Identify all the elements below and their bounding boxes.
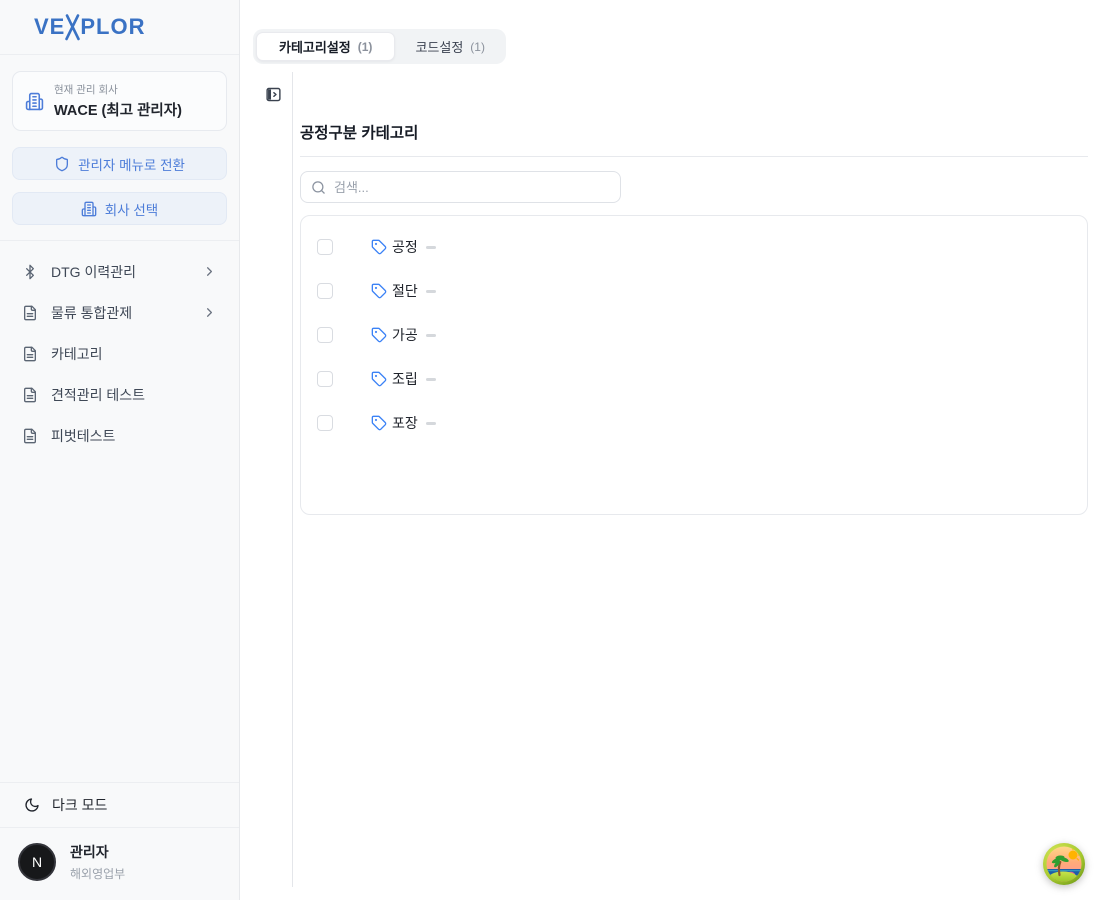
row-placeholder-dash [426,422,436,425]
category-label: 가공 [392,325,418,345]
row-checkbox[interactable] [317,239,333,255]
content-divider [292,72,293,887]
panel-title: 공정구분 카테고리 [300,121,418,143]
category-label: 조립 [392,369,418,389]
tag-icon [371,327,387,343]
tab-label: 카테고리설정 [279,37,351,56]
current-company-card: 현재 관리 회사 WACE (최고 관리자) [12,71,227,131]
bluetooth-icon [22,264,39,280]
sidebar-spacer [0,466,239,782]
user-profile[interactable]: N 관리자 해외영업부 [0,827,239,900]
panel-collapse-toggle[interactable] [263,84,283,104]
category-row-jorip[interactable]: 조립 [317,361,1087,397]
dark-mode-toggle[interactable]: 다크 모드 [0,782,239,827]
select-company-button[interactable]: 회사 선택 [12,192,227,225]
vexplor-logo[interactable]: VE PLOR [34,12,145,42]
building-icon [81,201,97,217]
logo-text-right: PLOR [80,16,145,38]
user-name: 관리자 [70,842,125,862]
dark-mode-label: 다크 모드 [52,795,107,815]
user-department: 해외영업부 [70,865,125,882]
tropical-island-button[interactable] [1042,842,1086,886]
tab-count-badge: (1) [358,40,373,54]
file-text-icon [22,305,39,321]
tag-icon [371,371,387,387]
sidebar: VE PLOR 현재 관리 회사 WACE (최고 관리자) [0,0,240,900]
sidebar-item-label: DTG 이력관리 [51,262,190,282]
file-text-icon [22,346,39,362]
settings-tabbar: 카테고리설정 (1) 코드설정 (1) [253,29,506,64]
company-card-label: 현재 관리 회사 [54,82,182,97]
tab-count-badge: (1) [470,40,485,54]
app-root: VE PLOR 현재 관리 회사 WACE (최고 관리자) [0,0,1100,900]
chevron-right-icon [202,305,217,320]
category-label: 공정 [392,237,418,257]
logo-x-icon [64,12,81,42]
category-label: 절단 [392,281,418,301]
category-row-jeoldan[interactable]: 절단 [317,273,1087,309]
tab-code-settings[interactable]: 코드설정 (1) [397,32,503,61]
chevron-right-icon [202,264,217,279]
row-checkbox[interactable] [317,283,333,299]
sidebar-item-dtg-history[interactable]: DTG 이력관리 [12,251,227,292]
category-label: 포장 [392,413,418,433]
row-checkbox[interactable] [317,415,333,431]
moon-icon [24,797,40,813]
sidebar-item-pivot-test[interactable]: 피벗테스트 [12,415,227,456]
switch-admin-menu-label: 관리자 메뉴로 전환 [78,154,185,174]
logo-text-left: VE [34,16,65,38]
avatar: N [18,843,56,881]
sidebar-item-estimate-test[interactable]: 견적관리 테스트 [12,374,227,415]
row-placeholder-dash [426,246,436,249]
tag-icon [371,415,387,431]
building-icon [25,92,44,111]
sidebar-item-category[interactable]: 카테고리 [12,333,227,374]
sidebar-item-label: 피벗테스트 [51,426,217,446]
tab-category-settings[interactable]: 카테고리설정 (1) [256,32,395,61]
row-checkbox[interactable] [317,371,333,387]
tab-label: 코드설정 [415,37,463,56]
category-row-pojang[interactable]: 포장 [317,405,1087,441]
user-meta: 관리자 해외영업부 [70,842,125,882]
category-row-gongjeong[interactable]: 공정 [317,229,1087,265]
row-placeholder-dash [426,378,436,381]
tag-icon [371,239,387,255]
switch-admin-menu-button[interactable]: 관리자 메뉴로 전환 [12,147,227,180]
category-search [300,171,621,203]
sidebar-nav: DTG 이력관리 물류 통합관제 카테고리 [0,241,239,466]
company-card-text: 현재 관리 회사 WACE (최고 관리자) [54,82,182,120]
tag-icon [371,283,387,299]
sidebar-top: 현재 관리 회사 WACE (최고 관리자) 관리자 메뉴로 전환 회사 선택 [0,55,239,225]
search-input[interactable] [334,180,610,195]
sidebar-item-label: 물류 통합관제 [51,303,190,323]
row-placeholder-dash [426,290,436,293]
category-list-card: 공정 절단 가공 조립 [300,215,1088,515]
logo-bar: VE PLOR [0,0,239,55]
tropical-island-icon [1042,842,1086,886]
title-divider [300,156,1088,157]
sidebar-item-label: 카테고리 [51,344,217,364]
sidebar-item-logistics-control[interactable]: 물류 통합관제 [12,292,227,333]
row-placeholder-dash [426,334,436,337]
sidebar-item-label: 견적관리 테스트 [51,385,217,405]
row-checkbox[interactable] [317,327,333,343]
search-icon [311,180,326,195]
file-text-icon [22,387,39,403]
panel-left-open-icon [265,86,282,103]
select-company-label: 회사 선택 [105,199,158,219]
file-text-icon [22,428,39,444]
shield-icon [54,156,70,172]
category-row-gagong[interactable]: 가공 [317,317,1087,353]
company-name: WACE (최고 관리자) [54,99,182,120]
avatar-initial: N [32,854,42,870]
